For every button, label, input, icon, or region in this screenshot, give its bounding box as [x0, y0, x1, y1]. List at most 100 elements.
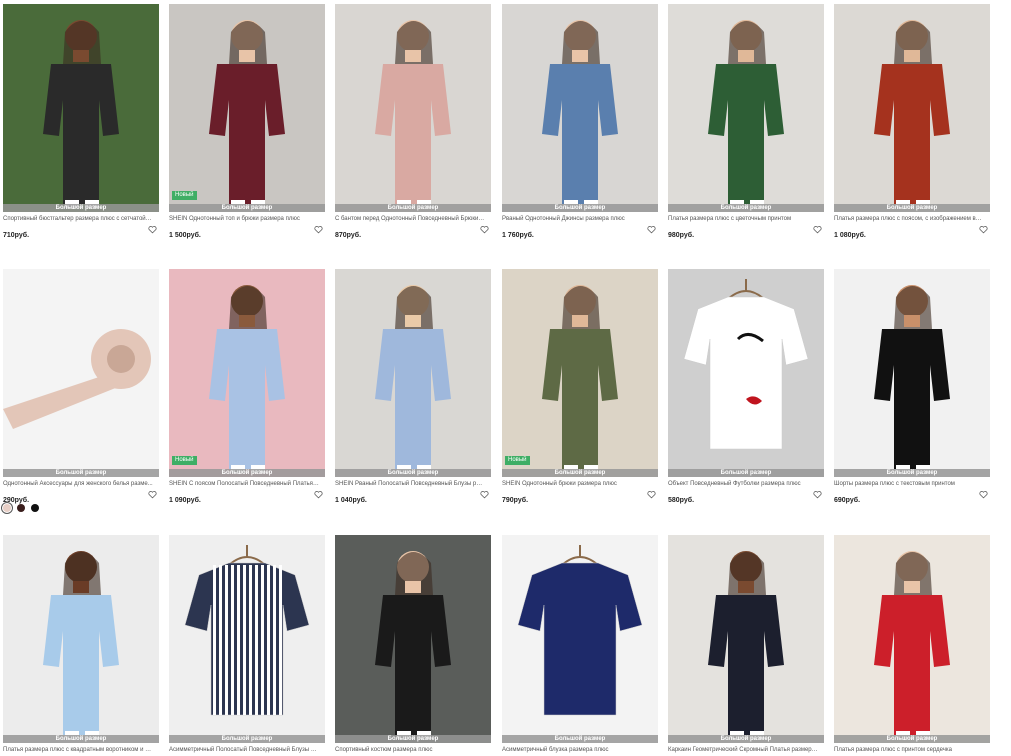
- product-price: 1 500руб.: [169, 232, 201, 239]
- color-swatch[interactable]: [3, 504, 11, 512]
- product-title[interactable]: Рваный Однотонный Джинсы размера плюс: [502, 215, 652, 223]
- price-row: 1 500руб.: [169, 224, 325, 239]
- product-image[interactable]: Большой размер: [335, 269, 491, 477]
- color-swatch[interactable]: [17, 504, 25, 512]
- product-title[interactable]: С бантом перед Однотонный Повседневный Б…: [335, 215, 485, 223]
- product-title[interactable]: Платья размера плюс с цветочным принтом: [668, 215, 818, 223]
- product-card[interactable]: Большой размер SHEIN Рваный Полосатый Пов…: [335, 269, 491, 504]
- product-title[interactable]: Каркаин Геометрический Скромный Платья р…: [668, 746, 818, 754]
- color-swatch[interactable]: [31, 504, 39, 512]
- product-card[interactable]: Большой размер Платья размера плюс с цвет…: [668, 4, 824, 239]
- new-badge: Новый: [505, 456, 530, 465]
- product-image[interactable]: Большой размер: [3, 535, 159, 743]
- product-card[interactable]: Большой размер Шорты размера плюс с текст…: [834, 269, 990, 504]
- product-title[interactable]: SHEIN С поясом Полосатый Повседневный Пл…: [169, 480, 319, 488]
- product-card[interactable]: Большой размер Однотонный Аксессуары для …: [3, 269, 159, 512]
- product-image[interactable]: Большой размер: [834, 269, 990, 477]
- product-card[interactable]: Большой размер Спортивный бюстгальтер раз…: [3, 4, 159, 239]
- price-row: 1 090руб.: [169, 489, 325, 504]
- product-price: 710руб.: [3, 232, 30, 239]
- size-badge: Большой размер: [834, 469, 990, 477]
- product-card[interactable]: Большой размер Платья размера плюс с квад…: [3, 535, 159, 754]
- product-title[interactable]: Спортивный костюм размера плюс: [335, 746, 485, 754]
- product-title[interactable]: Асимметричный Полосатый Повседневный Блу…: [169, 746, 319, 754]
- product-card[interactable]: Большой размер Спортивный костюм размера …: [335, 535, 491, 754]
- product-title[interactable]: Объект Повседневный Футболки размера плю…: [668, 480, 818, 488]
- size-badge: Большой размер: [502, 469, 658, 477]
- product-card[interactable]: Большой размер Рваный Однотонный Джинсы р…: [502, 4, 658, 239]
- wishlist-heart-icon[interactable]: [979, 225, 988, 234]
- size-badge: Большой размер: [502, 735, 658, 743]
- product-title[interactable]: Однотонный Аксессуары для женского белья…: [3, 480, 153, 488]
- price-row: 1 040руб.: [335, 489, 491, 504]
- product-image[interactable]: Новый Большой размер: [169, 4, 325, 212]
- wishlist-heart-icon[interactable]: [979, 490, 988, 499]
- product-image[interactable]: Большой размер: [335, 535, 491, 743]
- wishlist-heart-icon[interactable]: [647, 490, 656, 499]
- wishlist-heart-icon[interactable]: [647, 225, 656, 234]
- product-title[interactable]: Асимметричный блузка размера плюс: [502, 746, 652, 754]
- new-badge: Новый: [172, 456, 197, 465]
- product-image[interactable]: Большой размер: [834, 4, 990, 212]
- wishlist-heart-icon[interactable]: [480, 490, 489, 499]
- product-price: 690руб.: [834, 497, 861, 504]
- product-image[interactable]: Новый Большой размер: [169, 269, 325, 477]
- product-photo: [335, 269, 491, 477]
- product-photo: [668, 269, 824, 477]
- size-badge: Большой размер: [502, 204, 658, 212]
- product-image[interactable]: Большой размер: [3, 269, 159, 477]
- wishlist-heart-icon[interactable]: [314, 490, 323, 499]
- product-image[interactable]: Большой размер: [668, 269, 824, 477]
- product-photo: [502, 269, 658, 477]
- product-card[interactable]: Новый Большой размер SHEIN Однотонный топ …: [169, 4, 325, 239]
- product-card[interactable]: Большой размер Асимметричный Полосатый По…: [169, 535, 325, 754]
- product-image[interactable]: Новый Большой размер: [502, 269, 658, 477]
- size-badge: Большой размер: [335, 735, 491, 743]
- product-card[interactable]: Новый Большой размер SHEIN С поясом Полоса…: [169, 269, 325, 504]
- wishlist-heart-icon[interactable]: [813, 225, 822, 234]
- product-image[interactable]: Большой размер: [834, 535, 990, 743]
- price-row: 1 080руб.: [834, 224, 990, 239]
- product-photo: [335, 4, 491, 212]
- product-image[interactable]: Большой размер: [502, 535, 658, 743]
- product-card[interactable]: Большой размер Объект Повседневный Футбол…: [668, 269, 824, 504]
- product-card[interactable]: Новый Большой размер SHEIN Однотонный брюк…: [502, 269, 658, 504]
- product-image[interactable]: Большой размер: [169, 535, 325, 743]
- product-title[interactable]: Платья размера плюс с принтом сердечка: [834, 746, 984, 754]
- product-card[interactable]: Большой размер Платья размера плюс с пояс…: [834, 4, 990, 239]
- product-image[interactable]: Большой размер: [3, 4, 159, 212]
- wishlist-heart-icon[interactable]: [148, 490, 157, 499]
- product-card[interactable]: Большой размер Асимметричный блузка разме…: [502, 535, 658, 754]
- price-row: 580руб.: [668, 489, 824, 504]
- size-badge: Большой размер: [335, 469, 491, 477]
- product-photo: [169, 269, 325, 477]
- wishlist-heart-icon[interactable]: [813, 490, 822, 499]
- product-price: 1 760руб.: [502, 232, 534, 239]
- product-photo: [169, 535, 325, 743]
- product-title[interactable]: SHEIN Однотонный брюки размера плюс: [502, 480, 652, 488]
- wishlist-heart-icon[interactable]: [480, 225, 489, 234]
- size-badge: Большой размер: [834, 735, 990, 743]
- product-image[interactable]: Большой размер: [335, 4, 491, 212]
- product-title[interactable]: Платья размера плюс с квадратным воротни…: [3, 746, 153, 754]
- product-image[interactable]: Большой размер: [668, 535, 824, 743]
- product-price: 790руб.: [502, 497, 529, 504]
- product-title[interactable]: Шорты размера плюс с текстовым принтом: [834, 480, 984, 488]
- product-title[interactable]: Платья размера плюс с поясом, с изображе…: [834, 215, 984, 223]
- product-title[interactable]: Спортивный бюстгальтер размера плюс с се…: [3, 215, 153, 223]
- product-card[interactable]: Большой размер С бантом перед Однотонный …: [335, 4, 491, 239]
- product-card[interactable]: Большой размер Каркаин Геометрический Скр…: [668, 535, 824, 754]
- product-price: 1 040руб.: [335, 497, 367, 504]
- product-price: 290руб.: [3, 497, 30, 504]
- product-card[interactable]: Большой размер Платья размера плюс с прин…: [834, 535, 990, 754]
- wishlist-heart-icon[interactable]: [314, 225, 323, 234]
- product-image[interactable]: Большой размер: [502, 4, 658, 212]
- product-title[interactable]: SHEIN Однотонный топ и брюки размера плю…: [169, 215, 319, 223]
- product-image[interactable]: Большой размер: [668, 4, 824, 212]
- wishlist-heart-icon[interactable]: [148, 225, 157, 234]
- product-title[interactable]: SHEIN Рваный Полосатый Повседневный Блуз…: [335, 480, 485, 488]
- product-price: 980руб.: [668, 232, 695, 239]
- price-row: 1 760руб.: [502, 224, 658, 239]
- product-price: 1 080руб.: [834, 232, 866, 239]
- size-badge: Большой размер: [3, 469, 159, 477]
